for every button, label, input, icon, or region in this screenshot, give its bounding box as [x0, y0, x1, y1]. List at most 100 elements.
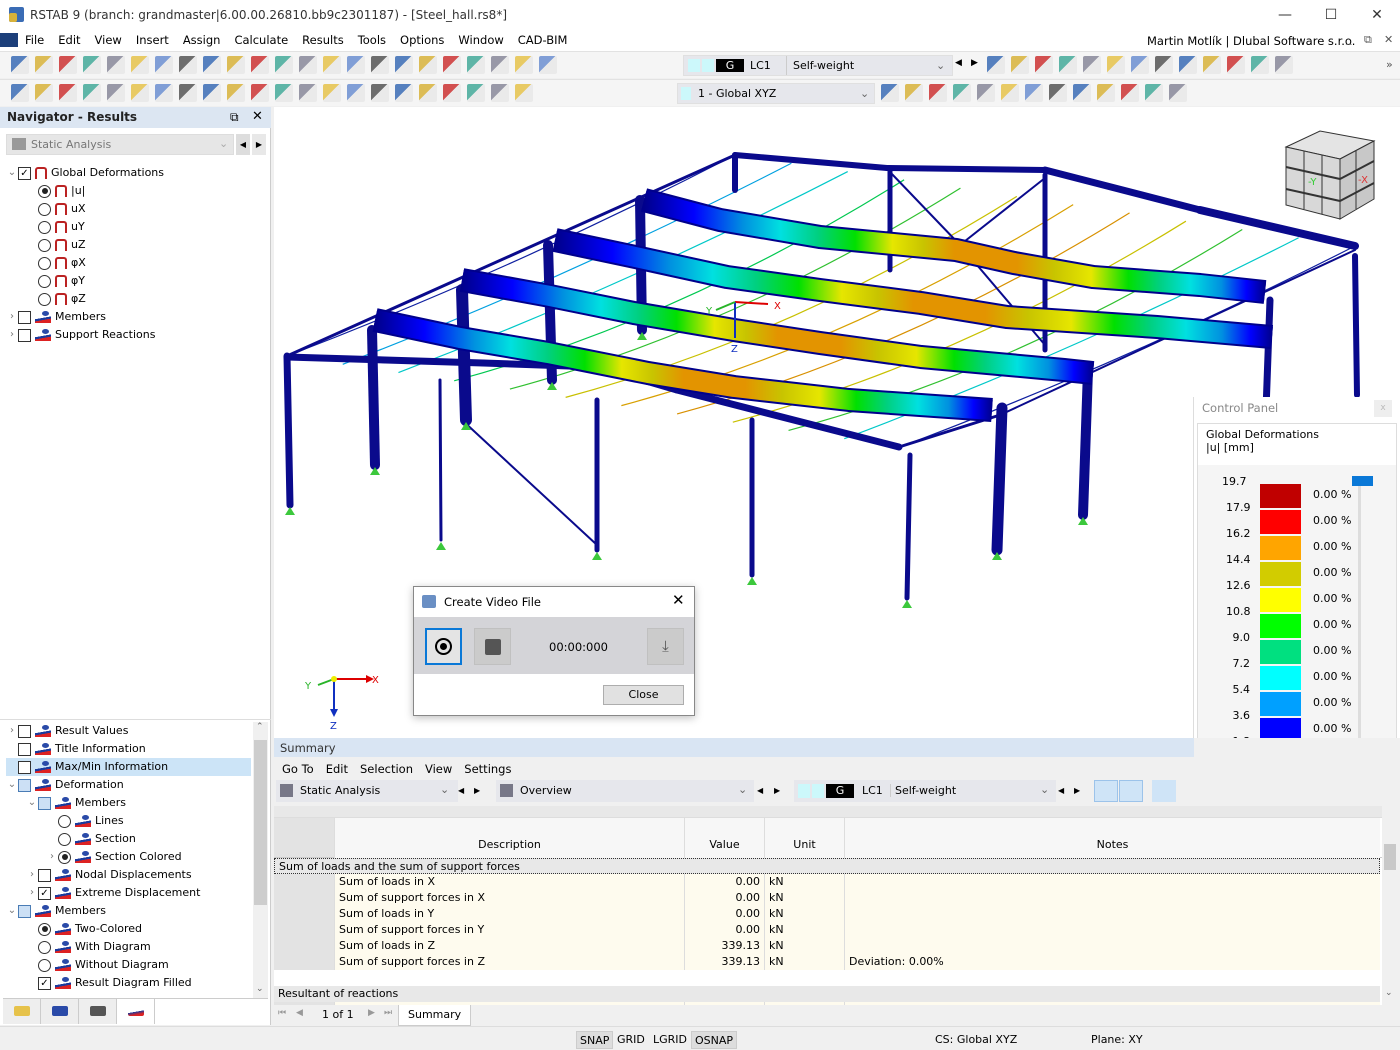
tree-item-section[interactable]: Section — [46, 830, 136, 848]
chevron-right-icon[interactable]: › — [6, 722, 18, 740]
tree-item-result-values[interactable]: › Result Values — [6, 722, 128, 740]
summary-menu-selection[interactable]: Selection — [354, 761, 419, 777]
first-page-button[interactable]: ⏮ — [278, 1008, 286, 1018]
tree-item-y[interactable]: φY — [26, 272, 85, 290]
table-row[interactable]: Sum of loads in X 0.00 kN — [274, 874, 1380, 890]
report-icon[interactable] — [179, 56, 197, 74]
grid-points-icon[interactable] — [905, 84, 923, 102]
doc-restore-button[interactable]: ⧉ — [1364, 33, 1372, 47]
analysis-combo[interactable]: Static Analysis ⌄ — [6, 134, 234, 155]
tree-item-members[interactable]: ⌄ Members — [6, 902, 106, 920]
scrollbar-thumb[interactable] — [1384, 844, 1396, 870]
radio-button[interactable] — [38, 184, 51, 198]
osnap-toggle[interactable]: OSNAP — [691, 1031, 738, 1049]
table-row[interactable]: Sum of loads in Z 339.13 kN — [274, 938, 1380, 954]
checkbox[interactable] — [18, 760, 31, 774]
section-icon[interactable] — [203, 84, 221, 102]
tree-item-lines[interactable]: Lines — [46, 812, 124, 830]
member[interactable] — [461, 419, 598, 546]
radio-button[interactable] — [38, 958, 51, 972]
checkbox[interactable] — [38, 868, 51, 882]
menu-view[interactable]: View — [88, 30, 129, 51]
new-member-icon[interactable] — [59, 84, 77, 102]
member[interactable] — [904, 452, 913, 601]
tree-item-extreme-displacement[interactable]: › ✓ Extreme Displacement — [26, 884, 200, 902]
filter-icon[interactable] — [395, 84, 413, 102]
member[interactable] — [732, 152, 890, 171]
support-icon[interactable] — [131, 84, 149, 102]
member[interactable] — [283, 353, 487, 367]
box-view-icon[interactable] — [1227, 56, 1245, 74]
chevron-right-icon[interactable]: › — [6, 308, 18, 326]
scrollbar-thumb[interactable] — [254, 740, 267, 905]
results-tab[interactable] — [117, 999, 155, 1024]
snap-toggle[interactable]: SNAP — [576, 1031, 614, 1049]
save-video-button[interactable]: ⤓ — [647, 628, 684, 665]
tree-scrollbar[interactable]: ⌃ ⌄ — [253, 722, 268, 998]
radio-button[interactable] — [38, 202, 51, 216]
node-select-icon[interactable] — [419, 56, 437, 74]
filter-results-icon[interactable] — [987, 56, 1005, 74]
new-node-icon[interactable] — [11, 84, 29, 102]
nodal-support-icon[interactable] — [747, 577, 757, 585]
tree-item-support-reactions[interactable]: › Support Reactions — [6, 326, 156, 344]
member-hinge-icon[interactable] — [371, 84, 389, 102]
radio-button[interactable] — [38, 292, 51, 306]
webservice-icon[interactable] — [83, 56, 101, 74]
legend-range-slider[interactable] — [1358, 479, 1361, 769]
column-header-unit[interactable]: Unit — [764, 818, 844, 858]
dlubal-center-icon[interactable] — [59, 56, 77, 74]
grid-icon[interactable] — [107, 84, 125, 102]
radio-button[interactable] — [58, 832, 71, 846]
line-load-icon[interactable] — [323, 84, 341, 102]
member[interactable] — [991, 402, 1008, 556]
tree-item-ux[interactable]: uX — [26, 200, 86, 218]
menu-insert[interactable]: Insert — [129, 30, 176, 51]
menu-assign[interactable]: Assign — [176, 30, 228, 51]
table-row[interactable]: Sum of support forces in Z 339.13 kN Deviat… — [274, 954, 1380, 970]
summary-menu-edit[interactable]: Edit — [320, 761, 354, 777]
chevron-down-icon[interactable]: ⌄ — [6, 776, 18, 794]
tree-item-nodal-displacements[interactable]: › Nodal Displacements — [26, 866, 192, 884]
nodal-support-icon[interactable] — [285, 507, 295, 515]
menu-tools[interactable]: Tools — [351, 30, 393, 51]
checkbox[interactable] — [18, 778, 31, 792]
radio-button[interactable] — [58, 850, 71, 864]
link-icon[interactable] — [1025, 84, 1043, 102]
lgrid-toggle[interactable]: LGRID — [650, 1031, 690, 1049]
member[interactable] — [959, 177, 1046, 246]
jump-to-object-button[interactable] — [1094, 780, 1118, 802]
prev-analysis-button[interactable]: ◀ — [236, 134, 250, 155]
checkbox[interactable] — [18, 742, 31, 756]
radio-button[interactable] — [38, 256, 51, 270]
script-icon[interactable] — [347, 56, 365, 74]
toolbar-overflow-icon[interactable]: » — [1386, 58, 1393, 71]
menu-window[interactable]: Window — [451, 30, 510, 51]
clear-results-icon[interactable] — [1203, 56, 1221, 74]
record-button[interactable] — [425, 628, 462, 665]
data-tab[interactable] — [3, 999, 41, 1024]
menu-file[interactable]: File — [18, 30, 51, 51]
column-header-notes[interactable]: Notes — [844, 818, 1380, 858]
doc-close-button[interactable]: ✕ — [1384, 33, 1393, 46]
target-select-icon[interactable] — [443, 56, 461, 74]
table-layout-icon[interactable] — [251, 56, 269, 74]
view-tab[interactable] — [41, 999, 79, 1024]
tree-item-result-diagram-filled[interactable]: ✓ Result Diagram Filled — [26, 974, 192, 992]
radio-button[interactable] — [38, 940, 51, 954]
radio-button[interactable] — [38, 922, 51, 936]
move-icon[interactable] — [515, 56, 533, 74]
checkbox[interactable] — [38, 796, 51, 810]
prev-analysis-button[interactable]: ◀ — [458, 786, 464, 795]
radio-button[interactable] — [58, 814, 71, 828]
maximize-button[interactable]: ☐ — [1308, 0, 1354, 30]
summary-menu-settings[interactable]: Settings — [458, 761, 517, 777]
prev-load-case-button[interactable]: ◀ — [955, 58, 962, 68]
values-icon[interactable] — [1083, 56, 1101, 74]
tree-item-x[interactable]: φX — [26, 254, 86, 272]
slider-max-handle[interactable] — [1352, 476, 1373, 486]
next-load-case-button[interactable]: ▶ — [971, 58, 978, 68]
chevron-right-icon[interactable]: › — [26, 884, 38, 902]
menu-edit[interactable]: Edit — [51, 30, 87, 51]
nodal-support-icon[interactable] — [592, 552, 602, 560]
